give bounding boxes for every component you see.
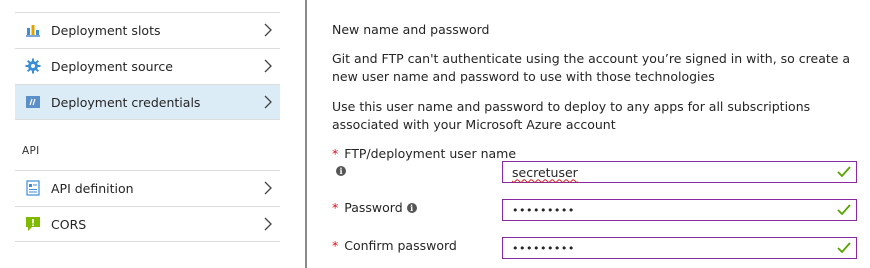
divider [15, 119, 280, 120]
sidebar-item-label: Deployment source [51, 58, 173, 74]
chevron-right-icon [264, 217, 272, 231]
sidebar-item-cors[interactable]: CORS [15, 206, 280, 241]
sidebar-item-label: Deployment slots [51, 22, 161, 38]
sidebar-item-api-definition[interactable]: API definition [15, 170, 280, 205]
chevron-right-icon [264, 23, 272, 37]
info-icon[interactable]: i [406, 202, 417, 213]
chevron-right-icon [264, 59, 272, 73]
required-marker: * [332, 146, 339, 161]
confirm-password-label: * Confirm password [332, 238, 457, 253]
form-heading: New name and password [332, 22, 490, 37]
sidebar-item-deployment-source[interactable]: Deployment source [15, 48, 280, 83]
cors-icon [23, 214, 43, 234]
password-value: ••••••••• [512, 203, 575, 217]
required-marker: * [332, 238, 339, 253]
chevron-right-icon [264, 95, 272, 109]
api-definition-icon [23, 178, 43, 198]
required-marker: * [332, 200, 339, 215]
settings-sidebar: Deployment slots Deployment source Deplo… [0, 0, 305, 268]
credentials-icon [23, 92, 43, 112]
password-input[interactable]: ••••••••• [502, 199, 857, 221]
confirm-password-input[interactable]: ••••••••• [502, 237, 857, 259]
panel-divider [305, 0, 307, 268]
username-label-text: FTP/deployment user name [344, 146, 517, 161]
deployment-slots-icon [23, 20, 43, 40]
check-icon [837, 204, 851, 216]
sidebar-item-deployment-credentials[interactable]: Deployment credentials [15, 84, 280, 119]
username-label: * FTP/deployment user name [332, 146, 516, 161]
divider [15, 241, 280, 242]
chevron-right-icon [264, 181, 272, 195]
note-text: Use this user name and password to deplo… [332, 99, 811, 132]
confirm-password-value: ••••••••• [512, 241, 575, 255]
username-input[interactable]: secretuser [502, 161, 857, 183]
sidebar-item-deployment-slots[interactable]: Deployment slots [15, 12, 280, 47]
sidebar-item-label: Deployment credentials [51, 94, 201, 110]
username-value: secretuser [512, 164, 578, 180]
info-icon[interactable]: i [336, 166, 346, 176]
intro-text: Git and FTP can't authenticate using the… [332, 51, 851, 84]
confirm-label-text: Confirm password [344, 238, 457, 253]
sidebar-item-label: CORS [51, 216, 87, 232]
section-label-api: API [22, 145, 40, 157]
check-icon [837, 166, 851, 178]
sidebar-item-label: API definition [51, 180, 134, 196]
check-icon [837, 242, 851, 254]
gear-icon [23, 56, 43, 76]
password-label-text: Password [344, 200, 403, 215]
password-label: * Password i [332, 200, 417, 215]
